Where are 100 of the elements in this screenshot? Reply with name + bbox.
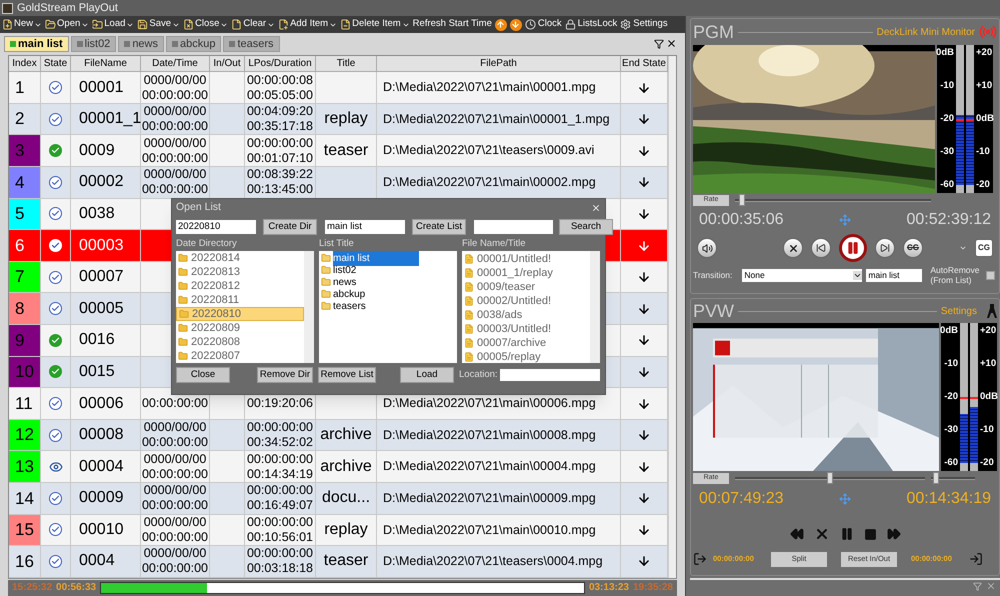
date-time-text: 00:00:00:00 — [142, 396, 208, 412]
toolbar-button[interactable]: Clock — [524, 17, 562, 32]
date-item[interactable]: 20220814 — [176, 251, 304, 266]
scrollbar[interactable] — [304, 251, 314, 364]
dropdown-icon[interactable] — [654, 39, 664, 50]
date-item[interactable]: 20220808 — [176, 335, 304, 350]
index-cell: 2 — [9, 104, 41, 134]
toolbar-button[interactable]: Settings — [620, 17, 668, 32]
toolbar-button[interactable]: New — [2, 17, 42, 32]
date-item[interactable]: 20220809 — [176, 321, 304, 336]
pause-icon[interactable] — [840, 527, 854, 541]
close-icon[interactable] — [666, 38, 677, 50]
scrollbar[interactable] — [668, 56, 676, 578]
date-item[interactable]: 20220810 — [176, 307, 304, 322]
column-header[interactable]: Title — [316, 56, 377, 72]
check-icon — [49, 428, 62, 442]
column-header[interactable]: In/Out — [210, 56, 245, 72]
stop-square-icon[interactable] — [864, 528, 876, 540]
file-item[interactable]: 00002/Untitled! — [477, 293, 551, 310]
file-item[interactable]: 00007/archive — [477, 335, 546, 352]
column-header[interactable]: Index — [9, 56, 41, 72]
toolbar-button[interactable]: Delete Item — [340, 17, 410, 32]
close-button[interactable]: Close — [176, 367, 230, 384]
date-time-text: 00:00:00:00 — [142, 119, 208, 134]
scale-label: -20 — [944, 390, 958, 404]
file-item[interactable]: 00001_1/replay — [477, 265, 553, 282]
toolbar-button[interactable]: Open — [45, 17, 90, 32]
date-time-text: 0000/00/00 — [144, 136, 206, 151]
file-path-text: D:\Media\2022\07\21\main\00009.mpg — [383, 490, 596, 507]
column-header[interactable]: State — [41, 56, 71, 72]
cg-button[interactable]: CG — [975, 239, 993, 257]
slider[interactable] — [735, 194, 931, 206]
date-item[interactable]: 20220811 — [176, 293, 304, 308]
check-icon — [49, 144, 62, 158]
file-item[interactable]: 00005/replay — [477, 349, 541, 364]
fast-forward-icon[interactable] — [886, 527, 900, 541]
search-field[interactable] — [474, 220, 553, 234]
list-tab[interactable]: abckup — [166, 36, 222, 52]
toolbar-button[interactable]: Load — [92, 17, 134, 32]
list-item[interactable]: main list — [333, 250, 419, 266]
slider[interactable] — [735, 472, 925, 484]
date-time-text: 00:00:00:00 — [142, 150, 208, 166]
list-tab[interactable]: news — [118, 36, 164, 52]
list-tab[interactable]: list02 — [70, 36, 116, 52]
mark-in-icon[interactable] — [693, 552, 707, 566]
file-path-text: D:\Media\2022\07\21\main\00001.mpg — [383, 79, 596, 96]
caret-icon[interactable] — [959, 244, 967, 252]
file-item[interactable]: 00003/Untitled! — [477, 321, 551, 338]
next-button[interactable] — [875, 238, 895, 258]
column-header[interactable]: Date/Time — [141, 56, 210, 72]
index-cell: 4 — [9, 167, 41, 198]
mark-out-icon[interactable] — [969, 552, 983, 566]
transition-select[interactable]: None — [742, 268, 862, 282]
down-arrow-icon — [511, 20, 520, 30]
cg-off-button[interactable]: CG — [903, 238, 923, 258]
remove-list-button[interactable]: Remove List — [318, 367, 376, 384]
previous-button[interactable] — [811, 238, 831, 258]
remove-dir-button[interactable]: Remove Dir — [257, 367, 313, 384]
file-item[interactable]: 0009/teaser — [477, 279, 536, 296]
create-dir-button[interactable]: Create Dir — [263, 219, 317, 236]
column-header[interactable]: FilePath — [377, 56, 621, 72]
column-label: List Title — [319, 237, 355, 252]
create-list-button[interactable]: Create List — [412, 219, 466, 236]
slider[interactable] — [931, 472, 975, 484]
slider-thumb[interactable] — [738, 194, 745, 206]
volume-button[interactable] — [697, 238, 717, 258]
file-item[interactable]: 00001/Untitled! — [477, 251, 551, 268]
file-item[interactable]: 0038/ads — [477, 307, 522, 324]
down-arrow-icon — [637, 522, 651, 537]
list-field[interactable]: main list — [866, 268, 922, 282]
move-up-button[interactable] — [494, 18, 507, 31]
toolbar-button[interactable]: Refresh Start Time — [412, 17, 492, 32]
column-header[interactable]: FileName — [71, 56, 141, 72]
stop-button[interactable] — [783, 238, 803, 258]
rewind-icon[interactable] — [790, 527, 804, 541]
toolbar-button[interactable]: Clear — [231, 17, 276, 32]
location-field[interactable] — [500, 369, 600, 382]
date-item[interactable]: 20220813 — [176, 265, 304, 280]
search-button[interactable]: Search — [559, 219, 613, 236]
date-item[interactable]: 20220807 — [176, 349, 304, 364]
toolbar-button[interactable]: Save — [137, 17, 180, 32]
scale-label: -30 — [940, 144, 954, 159]
toolbar-button[interactable]: Close — [183, 17, 228, 32]
move-down-button[interactable] — [510, 18, 522, 31]
slider-thumb[interactable] — [932, 472, 939, 484]
transition-label: Transition: — [693, 268, 732, 282]
slider-thumb[interactable] — [827, 472, 833, 484]
list-tab[interactable]: teasers — [223, 36, 280, 52]
toolbar-button[interactable]: Add Item — [278, 17, 338, 32]
pause-button[interactable] — [839, 234, 867, 262]
list-name-field[interactable]: main list — [325, 220, 405, 234]
date-field[interactable]: 20220810 — [176, 220, 256, 234]
column-header[interactable]: LPos/Duration — [245, 56, 316, 72]
date-item[interactable]: 20220812 — [176, 279, 304, 294]
scrollbar[interactable] — [590, 251, 600, 364]
load-button[interactable]: Load — [400, 367, 454, 384]
file-name-cell: 00001 — [71, 72, 141, 103]
toolbar-button[interactable]: ListsLock — [564, 17, 618, 32]
list-tab[interactable]: main list — [4, 36, 69, 52]
auto-remove-checkbox[interactable] — [986, 270, 996, 280]
